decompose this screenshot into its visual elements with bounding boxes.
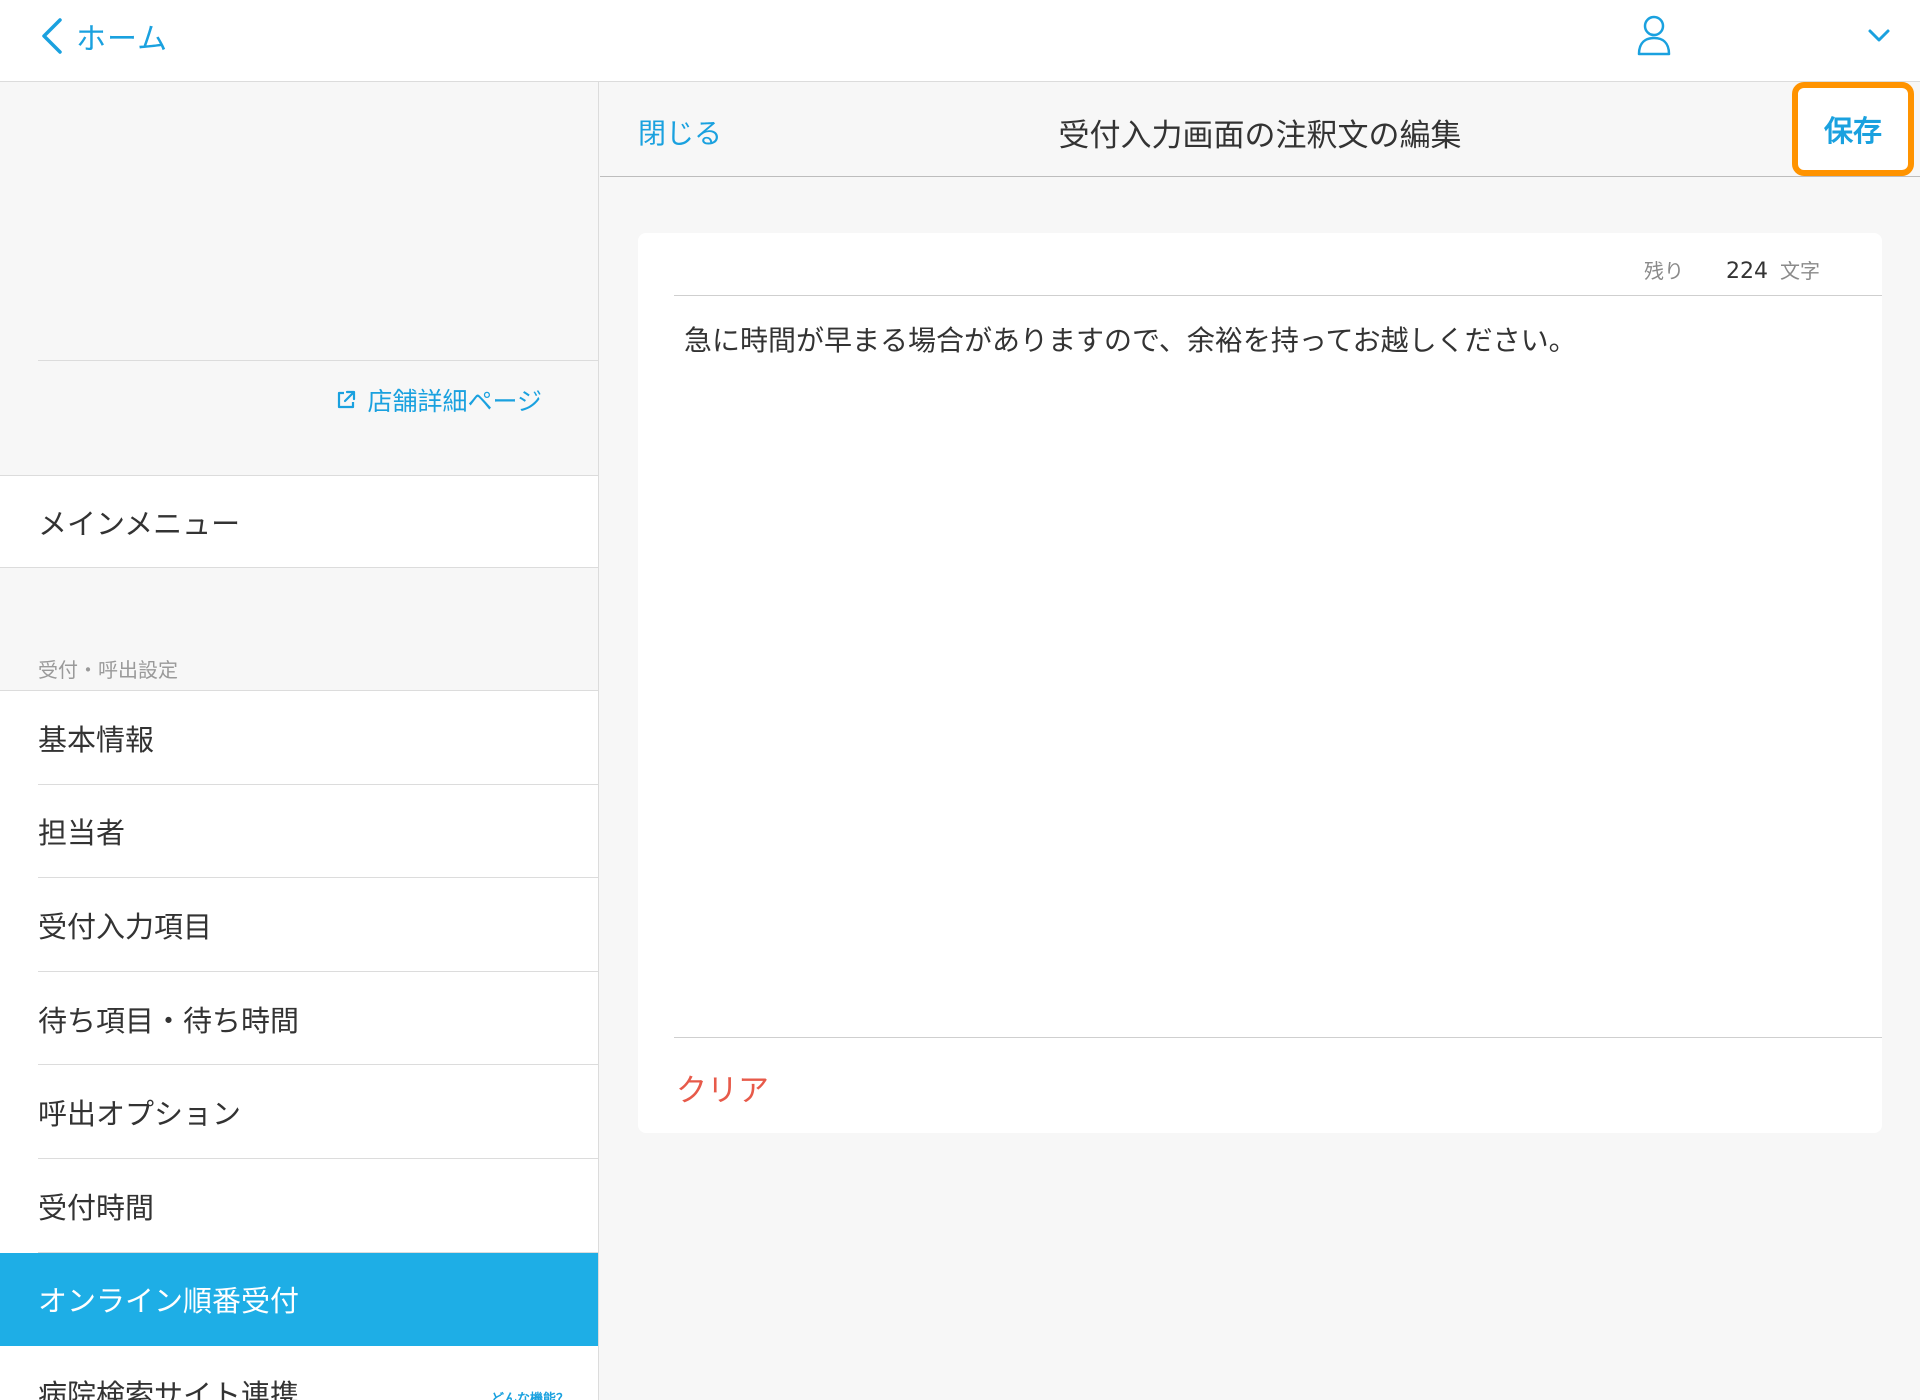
divider bbox=[674, 1037, 1882, 1038]
sidebar-item-hospital-search[interactable]: 病院検索サイト連携 どんな機能？ bbox=[0, 1346, 598, 1400]
sidebar-divider bbox=[38, 360, 598, 361]
remaining-count: 224 bbox=[1726, 259, 1768, 284]
chevron-left-icon bbox=[42, 18, 62, 54]
external-link-icon bbox=[338, 390, 356, 409]
sidebar-item-reception-hours[interactable]: 受付時間 bbox=[0, 1159, 598, 1253]
page-title: 受付入力画面の注釈文の編集 bbox=[1058, 118, 1462, 154]
back-home-button[interactable]: ホーム bbox=[38, 14, 168, 58]
main-menu-label: メインメニュー bbox=[38, 506, 241, 541]
sidebar-item-wait-times[interactable]: 待ち項目・待ち時間 bbox=[0, 972, 598, 1066]
chevron-down-icon[interactable] bbox=[1866, 26, 1892, 44]
user-icon[interactable] bbox=[1636, 14, 1672, 56]
editor-card: 残り 224 文字 急に時間が早まる場合がありますので、余裕を持ってお越しくださ… bbox=[638, 233, 1882, 1133]
store-detail-label: 店舗詳細ページ bbox=[367, 387, 542, 416]
sidebar: 店舗詳細ページ メインメニュー 受付・呼出設定 基本情報 担当者 受付入力項目 … bbox=[0, 82, 599, 1400]
sidebar-item-reception-fields[interactable]: 受付入力項目 bbox=[0, 878, 598, 972]
save-button[interactable]: 保存 bbox=[1792, 82, 1914, 176]
annotation-textarea[interactable]: 急に時間が早まる場合がありますので、余裕を持ってお越しください。 bbox=[684, 321, 1842, 360]
back-home-label: ホーム bbox=[76, 22, 169, 57]
sidebar-item-label: 基本情報 bbox=[38, 722, 155, 757]
top-bar: ホーム bbox=[0, 0, 1920, 82]
main-menu-item[interactable]: メインメニュー bbox=[0, 475, 598, 568]
sidebar-item-call-options[interactable]: 呼出オプション bbox=[0, 1065, 598, 1159]
sidebar-item-staff[interactable]: 担当者 bbox=[0, 785, 598, 879]
settings-list: 基本情報 担当者 受付入力項目 待ち項目・待ち時間 呼出オプション 受付時間 オ… bbox=[0, 690, 598, 1400]
help-link[interactable]: どんな機能？ bbox=[491, 1388, 569, 1400]
sidebar-item-basic-info[interactable]: 基本情報 bbox=[0, 691, 598, 785]
panel-header: 閉じる 受付入力画面の注釈文の編集 保存 bbox=[600, 82, 1920, 177]
clear-button[interactable]: クリア bbox=[676, 1065, 769, 1110]
sidebar-item-label: 呼出オプション bbox=[38, 1097, 242, 1132]
sidebar-item-label: 受付入力項目 bbox=[38, 909, 213, 944]
sidebar-item-label: オンライン順番受付 bbox=[38, 1284, 300, 1319]
divider bbox=[674, 295, 1882, 296]
sidebar-item-label: 受付時間 bbox=[38, 1190, 155, 1225]
sidebar-item-online-queue[interactable]: オンライン順番受付 bbox=[0, 1252, 598, 1347]
remaining-label: 残り bbox=[1644, 259, 1684, 283]
unit-label: 文字 bbox=[1780, 259, 1820, 283]
sidebar-item-label: 待ち項目・待ち時間 bbox=[38, 1003, 300, 1038]
section-label: 受付・呼出設定 bbox=[38, 658, 178, 682]
char-counter: 残り 224 文字 bbox=[1644, 255, 1820, 284]
store-detail-link[interactable]: 店舗詳細ページ bbox=[335, 382, 542, 418]
sidebar-item-label: 担当者 bbox=[38, 816, 126, 851]
sidebar-item-label: 病院検索サイト連携 bbox=[38, 1377, 300, 1400]
